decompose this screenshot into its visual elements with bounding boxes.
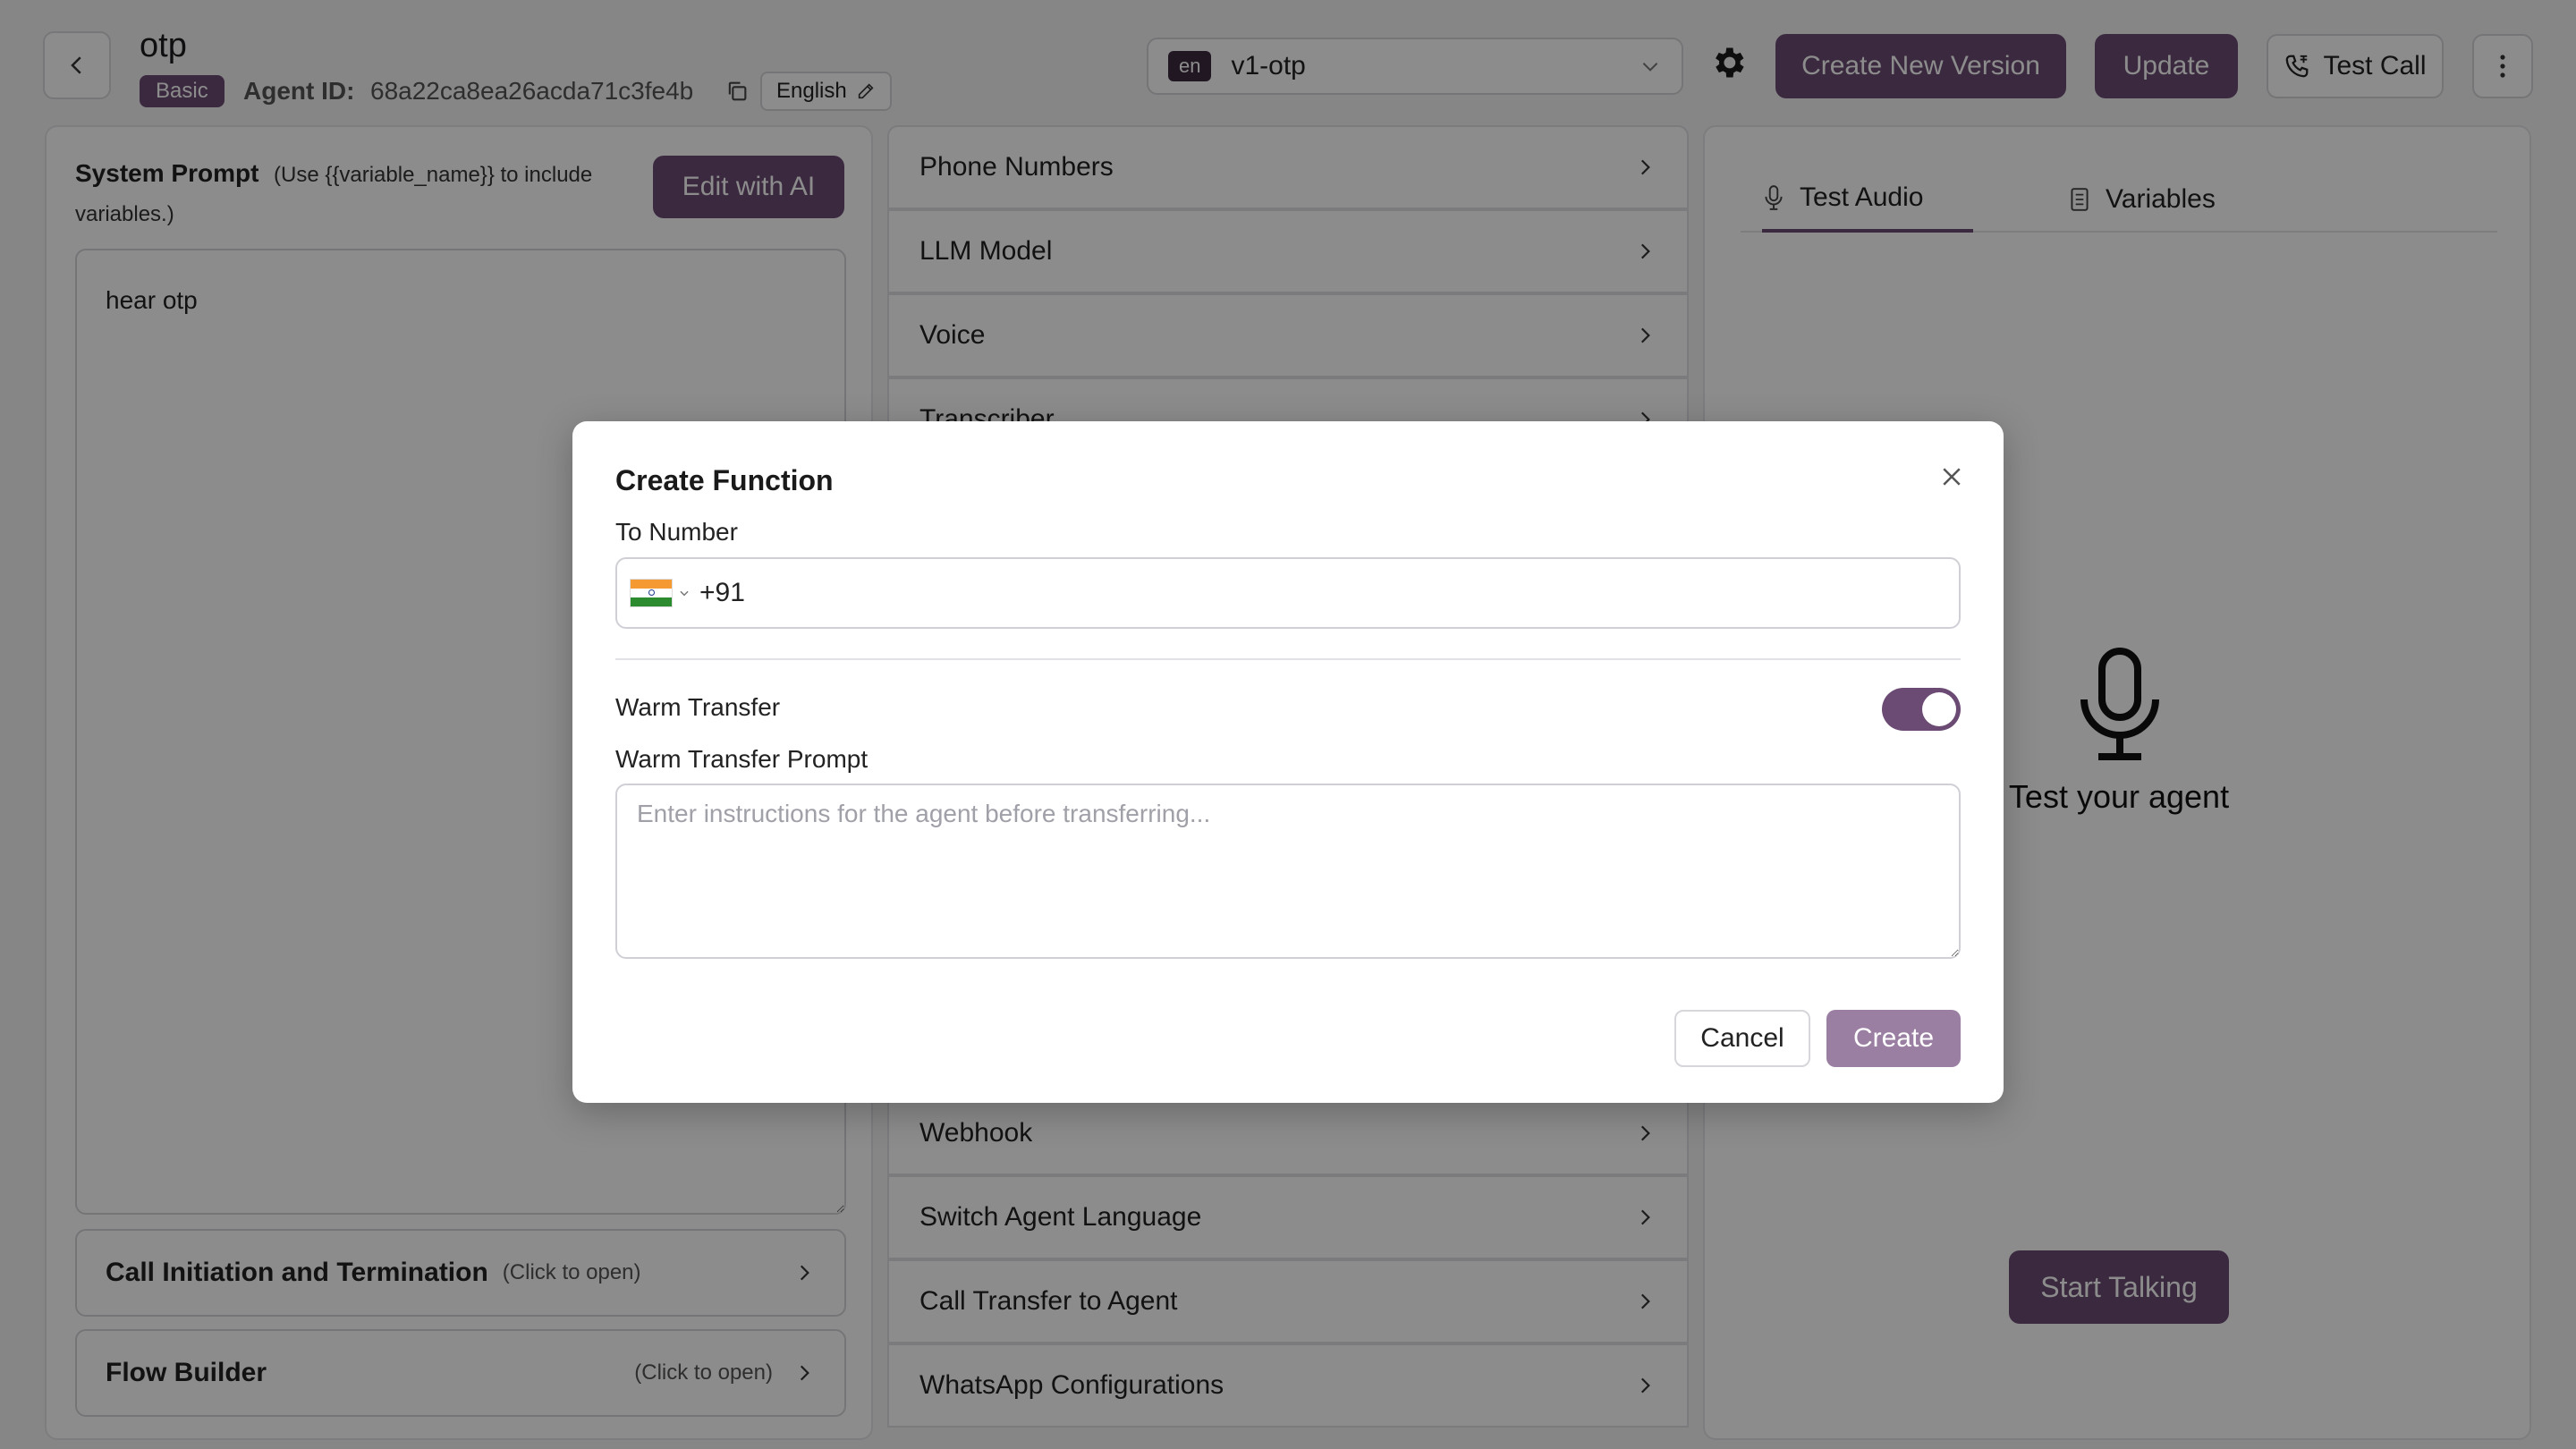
warm-transfer-label: Warm Transfer	[615, 693, 781, 721]
to-number-input[interactable]: +91	[615, 557, 1961, 629]
india-flag-icon[interactable]	[630, 579, 673, 607]
warm-transfer-prompt-label: Warm Transfer Prompt	[615, 745, 869, 773]
close-icon	[1943, 468, 1961, 486]
create-function-modal: Create Function To Number +91 Warm Trans…	[572, 421, 2004, 1103]
phone-prefix: +91	[699, 578, 745, 607]
close-button[interactable]	[1934, 459, 1970, 495]
warm-transfer-prompt-input[interactable]	[615, 784, 1961, 959]
create-button[interactable]: Create	[1826, 1010, 1961, 1067]
modal-title: Create Function	[615, 464, 834, 496]
divider	[615, 658, 1961, 660]
cancel-button[interactable]: Cancel	[1674, 1010, 1810, 1067]
chevron-down-icon[interactable]	[678, 587, 691, 599]
toggle-knob	[1922, 692, 1956, 726]
to-number-label: To Number	[615, 518, 738, 546]
warm-transfer-toggle[interactable]	[1882, 688, 1961, 731]
